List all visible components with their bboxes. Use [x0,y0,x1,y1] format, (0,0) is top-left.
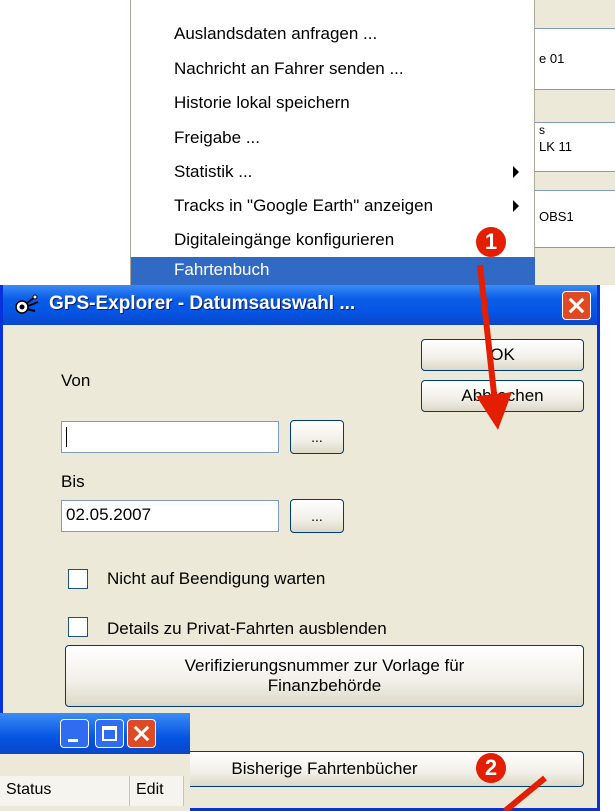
annotation-arrows [476,264,547,811]
annotation-arrow-1 [476,264,512,430]
annotation-arrow-2 [503,775,547,811]
